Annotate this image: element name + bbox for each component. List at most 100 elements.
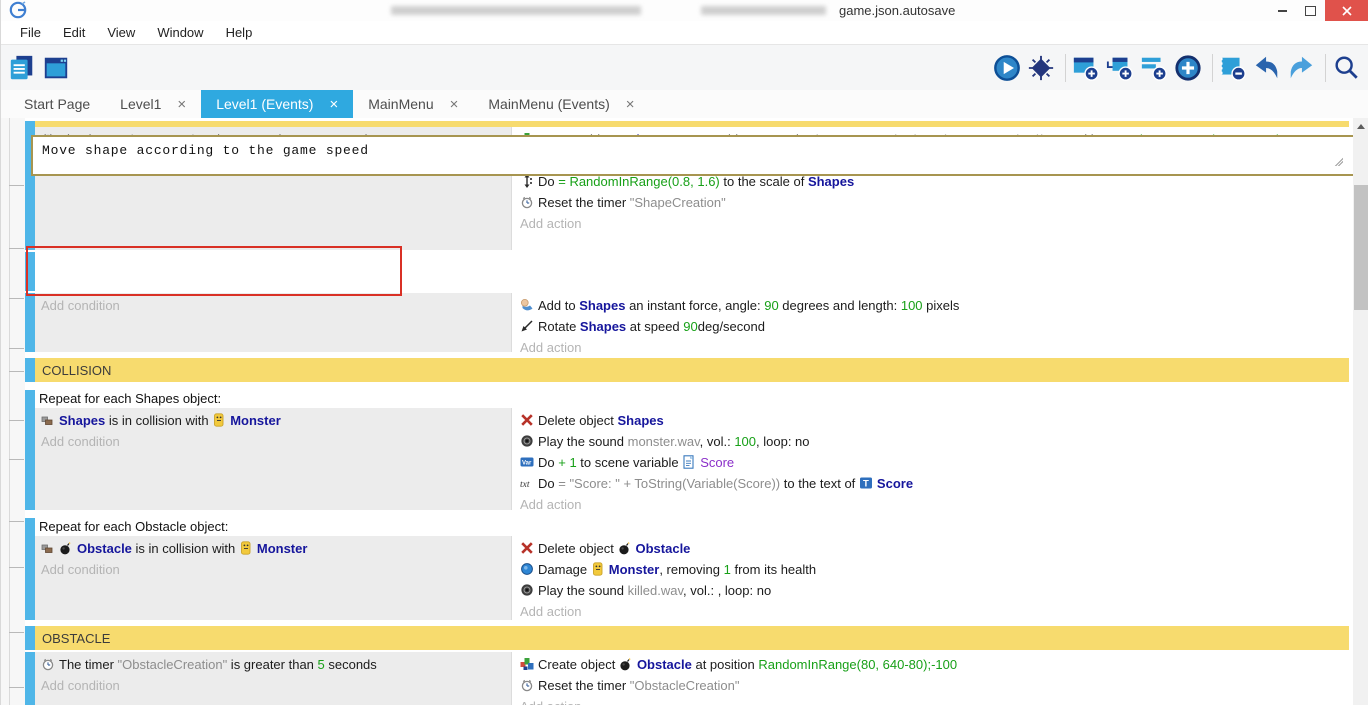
play-button[interactable] [992, 50, 1026, 86]
add-action-link[interactable]: Add action [520, 494, 1349, 515]
monster-icon [239, 541, 253, 555]
tab-close-icon[interactable]: × [329, 96, 338, 113]
comment-event-row[interactable]: COLLISION [25, 358, 1349, 382]
scroll-up-icon[interactable] [1353, 118, 1368, 134]
actions-cell[interactable]: Add to Shapes an instant force, angle: 9… [511, 293, 1349, 352]
tab-level1-events-[interactable]: Level1 (Events)× [201, 90, 353, 118]
minimize-button[interactable] [1269, 0, 1295, 21]
action-line[interactable]: Rotate Shapes at speed 90deg/second [520, 316, 1349, 337]
tab-close-icon[interactable]: × [626, 96, 635, 113]
action-line[interactable]: Create object Obstacle at position Rando… [520, 654, 1349, 675]
action-line[interactable]: Add to Shapes an instant force, angle: 9… [520, 295, 1349, 316]
gutter-tick [9, 420, 24, 421]
resize-grip-icon[interactable] [1331, 154, 1343, 166]
event-selection-chip[interactable] [25, 390, 35, 510]
comment-bar[interactable]: COLLISION [35, 358, 1349, 382]
text-segment: , removing [659, 562, 723, 577]
menu-file[interactable]: File [9, 21, 52, 45]
add-comment-button[interactable] [1139, 50, 1173, 86]
tab-label: MainMenu (Events) [488, 96, 609, 112]
undo-button[interactable] [1252, 50, 1286, 86]
bomb-icon [619, 657, 633, 671]
foreach-header[interactable]: Repeat for each Shapes object: [35, 390, 1349, 408]
tab-mainmenu[interactable]: MainMenu× [353, 90, 473, 118]
tab-close-icon[interactable]: × [450, 96, 459, 113]
text-segment: Monster [257, 541, 308, 556]
conditions-cell[interactable]: Shapes is in collision with MonsterAdd c… [35, 408, 511, 510]
menu-view[interactable]: View [96, 21, 146, 45]
tab-start-page[interactable]: Start Page [9, 90, 105, 118]
event-selection-chip[interactable] [25, 293, 35, 352]
condition-line[interactable]: Shapes is in collision with Monster [41, 410, 511, 431]
redo-button[interactable] [1286, 50, 1320, 86]
search-button[interactable] [1331, 50, 1365, 86]
actions-cell[interactable]: Delete object ShapesPlay the sound monst… [511, 408, 1349, 510]
scene-variable-icon [682, 455, 696, 469]
toolbar-separator [1325, 54, 1326, 82]
foreach-header[interactable]: Repeat for each Obstacle object: [35, 518, 1349, 536]
event-selection-chip[interactable] [25, 358, 35, 382]
event-selection-chip[interactable] [25, 652, 35, 705]
actions-cell[interactable]: Create object Obstacle at position Rando… [511, 652, 1349, 705]
action-line[interactable]: Play the sound killed.wav, vol.: , loop:… [520, 580, 1349, 601]
condition-line[interactable]: The timer "ObstacleCreation" is greater … [41, 654, 511, 675]
menu-help[interactable]: Help [215, 21, 264, 45]
search-icon [1332, 54, 1360, 82]
comment-edit-textarea[interactable] [31, 135, 1356, 176]
text-segment: = "Score: " + ToString(Variable(Score)) [558, 476, 780, 491]
event-selection-chip[interactable] [25, 518, 35, 620]
actions-cell[interactable]: Delete object ObstacleDamage Monster, re… [511, 536, 1349, 620]
text-segment: Reset the timer [538, 195, 630, 210]
action-line[interactable]: Delete object Shapes [520, 410, 1349, 431]
scrollbar-thumb[interactable] [1354, 185, 1368, 310]
condition-line[interactable]: Obstacle is in collision with Monster [41, 538, 511, 559]
add-subevent-button[interactable] [1105, 50, 1139, 86]
delete-event-button[interactable] [1218, 50, 1252, 86]
comment-edit-row[interactable] [25, 252, 1349, 291]
add-action-link[interactable]: Add action [520, 337, 1349, 358]
debug-button[interactable] [1026, 50, 1060, 86]
scene-editor-button[interactable] [41, 50, 75, 86]
event-selection-chip[interactable] [25, 252, 35, 291]
vertical-scrollbar[interactable] [1353, 118, 1368, 705]
conditions-cell[interactable]: Add condition [35, 293, 511, 352]
action-line[interactable]: VarDo + 1 to scene variable Score [520, 452, 1349, 473]
tab-mainmenu-events-[interactable]: MainMenu (Events) × [473, 90, 649, 118]
add-action-link[interactable]: Add action [520, 601, 1349, 622]
text-segment: Obstacle [637, 657, 692, 672]
gutter-tick [9, 687, 24, 688]
action-line[interactable]: Reset the timer "ObstacleCreation" [520, 675, 1349, 696]
project-manager-button[interactable] [7, 50, 41, 86]
action-line[interactable]: Play the sound monster.wav, vol.: 100, l… [520, 431, 1349, 452]
comment-event-row[interactable]: OBSTACLE [25, 626, 1349, 650]
add-condition-link[interactable]: Add condition [41, 675, 511, 696]
restore-button[interactable] [1297, 0, 1323, 21]
action-line[interactable]: Reset the timer "ShapeCreation" [520, 192, 1349, 213]
conditions-cell[interactable]: The timer "ObstacleCreation" is greater … [35, 652, 511, 705]
event-selection-chip[interactable] [25, 626, 35, 650]
add-condition-link[interactable]: Add condition [41, 295, 511, 316]
text-segment: at position [692, 657, 759, 672]
close-button[interactable] [1325, 0, 1368, 21]
event-row[interactable]: Add condition Add to Shapes an instant fo… [25, 293, 1349, 352]
add-action-link[interactable]: Add action [520, 696, 1349, 705]
event-row[interactable]: Repeat for each Obstacle object:Obstacle… [25, 518, 1349, 620]
menu-window[interactable]: Window [146, 21, 214, 45]
add-more-button[interactable] [1173, 50, 1207, 86]
add-action-link[interactable]: Add action [520, 213, 1349, 234]
add-event-button[interactable] [1071, 50, 1105, 86]
tab-close-icon[interactable]: × [177, 96, 186, 113]
add-condition-link[interactable]: Add condition [41, 559, 511, 580]
menu-edit[interactable]: Edit [52, 21, 96, 45]
conditions-cell[interactable]: Obstacle is in collision with MonsterAdd… [35, 536, 511, 620]
add-condition-link[interactable]: Add condition [41, 431, 511, 452]
event-row[interactable]: Repeat for each Shapes object:Shapes is … [25, 390, 1349, 510]
action-line[interactable]: txtDo = "Score: " + ToString(Variable(Sc… [520, 473, 1349, 494]
action-line[interactable]: Delete object Obstacle [520, 538, 1349, 559]
tab-level1[interactable]: Level1× [105, 90, 201, 118]
event-row[interactable]: The timer "ObstacleCreation" is greater … [25, 652, 1349, 705]
comment-bar[interactable]: OBSTACLE [35, 626, 1349, 650]
monster-icon [591, 562, 605, 576]
add-event-icon [1072, 54, 1100, 82]
action-line[interactable]: Damage Monster, removing 1 from its heal… [520, 559, 1349, 580]
